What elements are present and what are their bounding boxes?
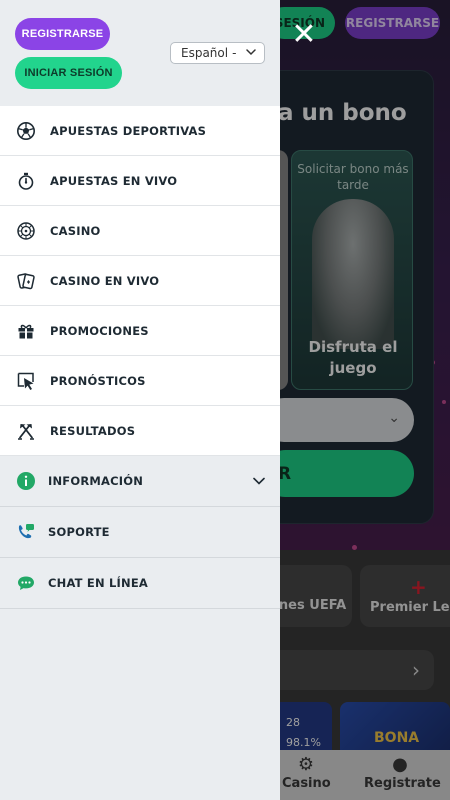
stopwatch-icon xyxy=(18,172,34,190)
crossed-hammers-icon xyxy=(18,424,34,440)
menu-item-label: CASINO xyxy=(50,223,101,238)
menu-item-label: RESULTADOS xyxy=(50,423,136,438)
menu-item-promociones[interactable]: PROMOCIONES xyxy=(0,306,280,356)
chevron-down-icon xyxy=(246,49,256,56)
menu-item-label: APUESTAS EN VIVO xyxy=(50,173,178,188)
menu-item-apuestas-en-vivo[interactable]: APUESTAS EN VIVO xyxy=(0,156,280,206)
menu-item-label: CASINO EN VIVO xyxy=(50,273,160,288)
register-button[interactable]: REGISTRARSE xyxy=(15,18,110,50)
menu-item-label: SOPORTE xyxy=(48,525,110,539)
menu-item-chat-en-linea[interactable]: CHAT EN LÍNEA xyxy=(0,558,280,609)
drawer-header: REGISTRARSE INICIAR SESIÓN Español - xyxy=(0,0,280,106)
menu-item-label: INFORMACIÓN xyxy=(48,474,144,488)
menu-item-resultados[interactable]: RESULTADOS xyxy=(0,406,280,456)
menu-item-label: PRONÓSTICOS xyxy=(50,373,146,388)
cards-icon xyxy=(17,273,35,290)
login-button[interactable]: INICIAR SESIÓN xyxy=(15,57,122,89)
menu-item-apuestas-deportivas[interactable]: APUESTAS DEPORTIVAS xyxy=(0,106,280,156)
main-menu: APUESTAS DEPORTIVAS APUESTAS EN VIVO CAS… xyxy=(0,106,280,456)
menu-item-casino[interactable]: CASINO xyxy=(0,206,280,256)
language-value: Español xyxy=(181,46,229,60)
language-separator: - xyxy=(232,46,237,60)
menu-item-label: APUESTAS DEPORTIVAS xyxy=(50,123,207,138)
gift-icon xyxy=(18,324,34,339)
side-drawer: REGISTRARSE INICIAR SESIÓN Español - APU… xyxy=(0,0,280,800)
chat-bubble-icon xyxy=(18,576,34,590)
info-icon xyxy=(17,472,35,490)
cursor-icon xyxy=(17,372,34,390)
close-icon[interactable]: ✕ xyxy=(291,20,317,50)
menu-item-informacion[interactable]: INFORMACIÓN xyxy=(0,456,280,507)
language-select[interactable]: Español - xyxy=(170,42,265,64)
phone-chat-icon xyxy=(18,524,34,539)
soccer-ball-icon xyxy=(17,122,35,140)
chevron-down-icon[interactable] xyxy=(252,474,266,488)
secondary-menu: INFORMACIÓN SOPORTE CHAT EN LÍNEA xyxy=(0,456,280,609)
menu-item-soporte[interactable]: SOPORTE xyxy=(0,507,280,558)
menu-item-casino-en-vivo[interactable]: CASINO EN VIVO xyxy=(0,256,280,306)
menu-item-label: CHAT EN LÍNEA xyxy=(48,576,148,590)
menu-item-label: PROMOCIONES xyxy=(50,323,149,338)
roulette-icon xyxy=(17,222,35,240)
menu-item-pronosticos[interactable]: PRONÓSTICOS xyxy=(0,356,280,406)
